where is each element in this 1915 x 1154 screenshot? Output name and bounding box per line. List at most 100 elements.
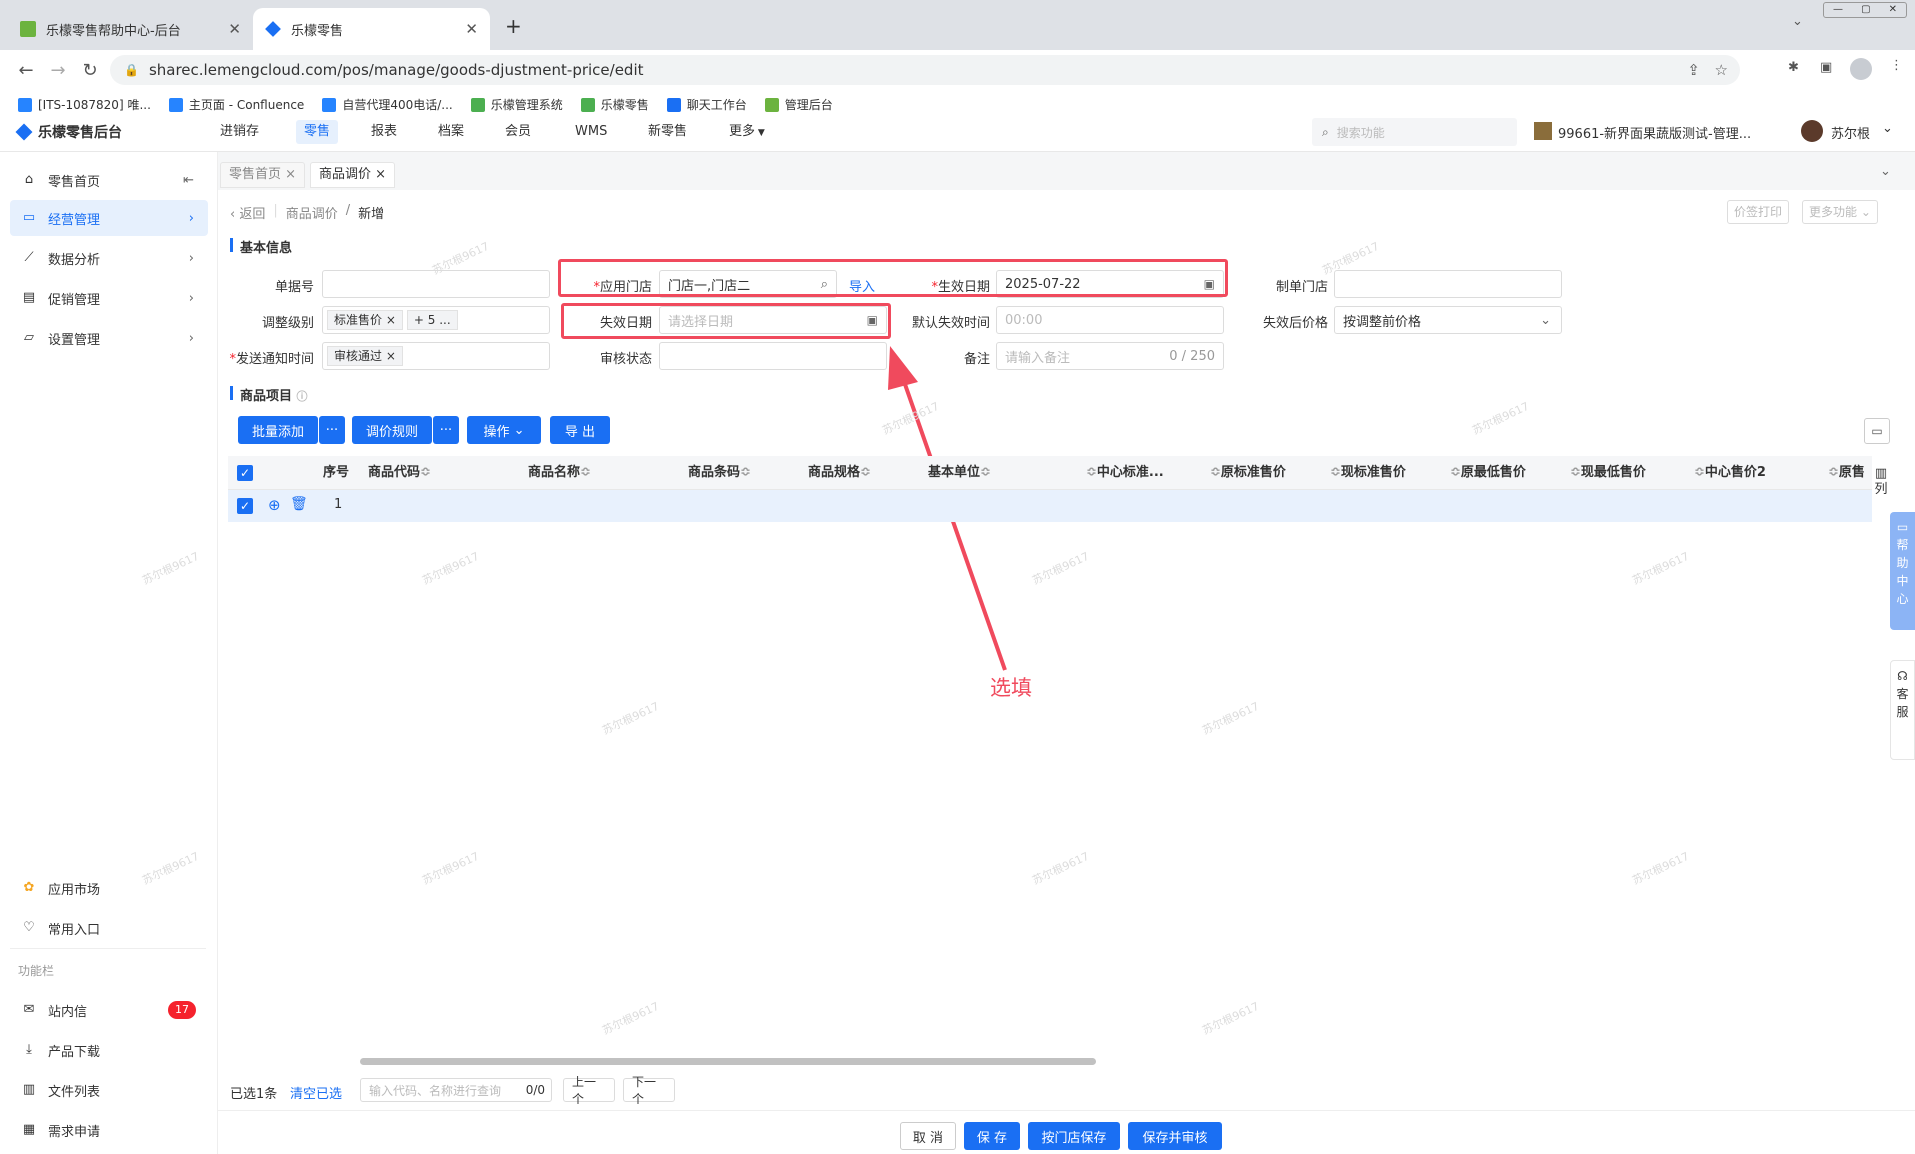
col-header[interactable]: 商品条码≎ [688,456,751,490]
bookmark-item[interactable]: [ITS-1087820] 唯... [18,96,151,113]
share-icon[interactable]: ⇪ [1687,61,1700,79]
col-header[interactable]: 商品代码≎ [368,456,431,490]
next-button[interactable]: 下一个 [623,1075,675,1106]
save-by-store-button[interactable]: 按门店保存 [1028,1122,1120,1150]
col-header[interactable]: ≎原标准售价 [1210,456,1286,490]
column-settings-icon[interactable]: ▭ [1864,418,1890,444]
audit-status-input[interactable] [659,342,887,370]
notify-time-select[interactable]: 审核通过 × [322,342,550,370]
nav-new-retail[interactable]: 新零售 [640,120,695,144]
kebab-menu-icon[interactable]: ⋮ [1890,58,1903,73]
user-name[interactable]: 苏尔根 [1831,123,1870,142]
tab-price-adjust[interactable]: 商品调价 × [310,162,396,188]
col-header[interactable]: ≎中心标准... [1086,456,1164,490]
sidebar-item-settings[interactable]: ▱ 设置管理 › [10,320,208,356]
table-row[interactable] [228,490,1872,522]
adjust-level-select[interactable]: 标准售价 × + 5 ... [322,306,550,334]
tab-retail-home[interactable]: 零售首页 × [220,162,306,188]
select-all-checkbox[interactable]: ✓ [237,465,253,481]
level-more-tag[interactable]: + 5 ... [406,310,458,330]
price-rule-more-button[interactable]: ··· [433,416,459,444]
export-button[interactable]: 导 出 [550,416,610,444]
row-query-input[interactable]: 输入代码、名称进行查询 0/0 [360,1078,552,1102]
sidepanel-icon[interactable]: ▣ [1820,60,1832,75]
user-avatar[interactable] [1801,120,1823,142]
close-icon[interactable]: × [285,167,296,182]
bookmark-item[interactable]: 乐檬零售 [580,96,649,113]
sidebar-item-favorites[interactable]: ♡ 常用入口 [10,910,208,946]
operation-button[interactable]: 操作 ⌄ [467,416,541,444]
window-controls[interactable]: — ▢ ✕ [1823,2,1907,18]
col-header[interactable]: 基本单位≎ [928,456,991,490]
prev-button[interactable]: 上一个 [563,1075,615,1106]
url-input[interactable]: 🔒 sharec.lemengcloud.com/pos/manage/good… [110,55,1740,85]
bookmark-item[interactable]: 聊天工作台 [666,96,747,113]
reload-icon[interactable]: ↻ [74,60,106,81]
close-tab-icon[interactable]: ✕ [465,20,478,38]
breadcrumb-parent[interactable]: 商品调价 [286,203,338,222]
forward-arrow-icon[interactable]: → [42,60,74,81]
default-expire-time-input[interactable]: 00:00 [996,306,1224,334]
help-center-float[interactable]: ▭ 帮助中心 [1890,512,1915,630]
nav-retail[interactable]: 零售 [296,120,339,144]
browser-tab-lemeng[interactable]: 乐檬零售 ✕ [253,8,490,50]
info-icon[interactable]: ⓘ [297,390,308,403]
tag-close-icon[interactable]: × [386,349,396,363]
col-header[interactable]: ≎中心售价2 [1694,456,1766,490]
tag-close-icon[interactable]: × [386,313,396,327]
sidebar-item-promotion[interactable]: ▤ 促销管理 › [10,280,208,316]
back-link[interactable]: ‹ 返回 [230,203,265,222]
close-icon[interactable]: × [375,167,386,182]
profile-avatar-icon[interactable] [1850,58,1872,80]
close-window-icon[interactable]: ✕ [1889,3,1897,17]
sidebar-item-download[interactable]: ⤓ 产品下载 [10,1032,208,1068]
after-expire-price-select[interactable]: 按调整前价格 ⌄ [1334,306,1562,334]
new-tab-button[interactable]: + [505,14,522,38]
batch-add-button[interactable]: 批量添加 [238,416,318,444]
delete-row-icon[interactable]: 🗑 [290,496,308,512]
customer-service-float[interactable]: ☊ 客服 [1890,660,1915,760]
price-tag-print-button[interactable]: 价签打印 [1727,200,1790,224]
cancel-button[interactable]: 取 消 [900,1122,956,1150]
nav-member[interactable]: 会员 [497,120,539,144]
batch-add-more-button[interactable]: ··· [319,416,345,444]
save-button[interactable]: 保 存 [964,1122,1020,1150]
nav-reports[interactable]: 报表 [363,120,405,144]
sidebar-item-business[interactable]: ▭ 经营管理 › [10,200,208,236]
col-header[interactable]: ≎现最低售价 [1570,456,1646,490]
maximize-icon[interactable]: ▢ [1861,3,1870,17]
col-header[interactable]: ≎原最低售价 [1450,456,1526,490]
tab-list-chevron-icon[interactable]: ⌄ [1792,14,1803,29]
save-and-audit-button[interactable]: 保存并审核 [1128,1122,1222,1150]
row-checkbox[interactable]: ✓ [237,498,253,514]
bookmark-item[interactable]: 自营代理400电话/... [322,96,453,113]
price-rule-button[interactable]: 调价规则 [352,416,432,444]
col-header[interactable]: ≎现标准售价 [1330,456,1406,490]
sidebar-item-files[interactable]: ▥ 文件列表 [10,1072,208,1108]
current-store[interactable]: 99661-新界面果蔬版测试-管理... [1558,123,1751,142]
bookmark-item[interactable]: 乐檬管理系统 [470,96,563,113]
sidebar-item-app-market[interactable]: ✿ 应用市场 [10,870,208,906]
col-header[interactable]: 商品名称≎ [528,456,591,490]
bookmark-item[interactable]: 管理后台 [764,96,833,113]
nav-jinxiaocun[interactable]: 进销存 [212,120,267,144]
minimize-icon[interactable]: — [1833,3,1843,17]
more-functions-button[interactable]: 更多功能 ⌄ [1802,200,1878,224]
sidebar-item-data-analysis[interactable]: ⟋ 数据分析 › [10,240,208,276]
chevron-down-icon[interactable]: ⌄ [1882,121,1893,136]
bookmark-item[interactable]: 主页面 - Confluence [168,96,304,113]
maker-store-input[interactable] [1334,270,1562,298]
collapse-sidebar-icon[interactable]: ⇤ [183,173,194,188]
nav-archive[interactable]: 档案 [430,120,472,144]
bookmark-star-icon[interactable]: ☆ [1715,61,1728,79]
col-header[interactable]: 商品规格≎ [808,456,871,490]
column-toggle[interactable]: ▥ 列 [1874,466,1888,498]
sidebar-item-retail-home[interactable]: ⌂ 零售首页 ⇤ [10,162,208,198]
remark-input[interactable]: 请输入备注 0 / 250 [996,342,1224,370]
col-header[interactable]: ≎原售 [1828,456,1865,490]
sidebar-item-messages[interactable]: ✉ 站内信 17 [10,992,208,1028]
browser-tab-help[interactable]: 乐檬零售帮助中心-后台 ✕ [8,8,253,50]
close-tab-icon[interactable]: ✕ [228,20,241,38]
nav-more[interactable]: 更多 ▼ [721,120,773,144]
extensions-puzzle-icon[interactable]: ✱ [1788,60,1799,75]
